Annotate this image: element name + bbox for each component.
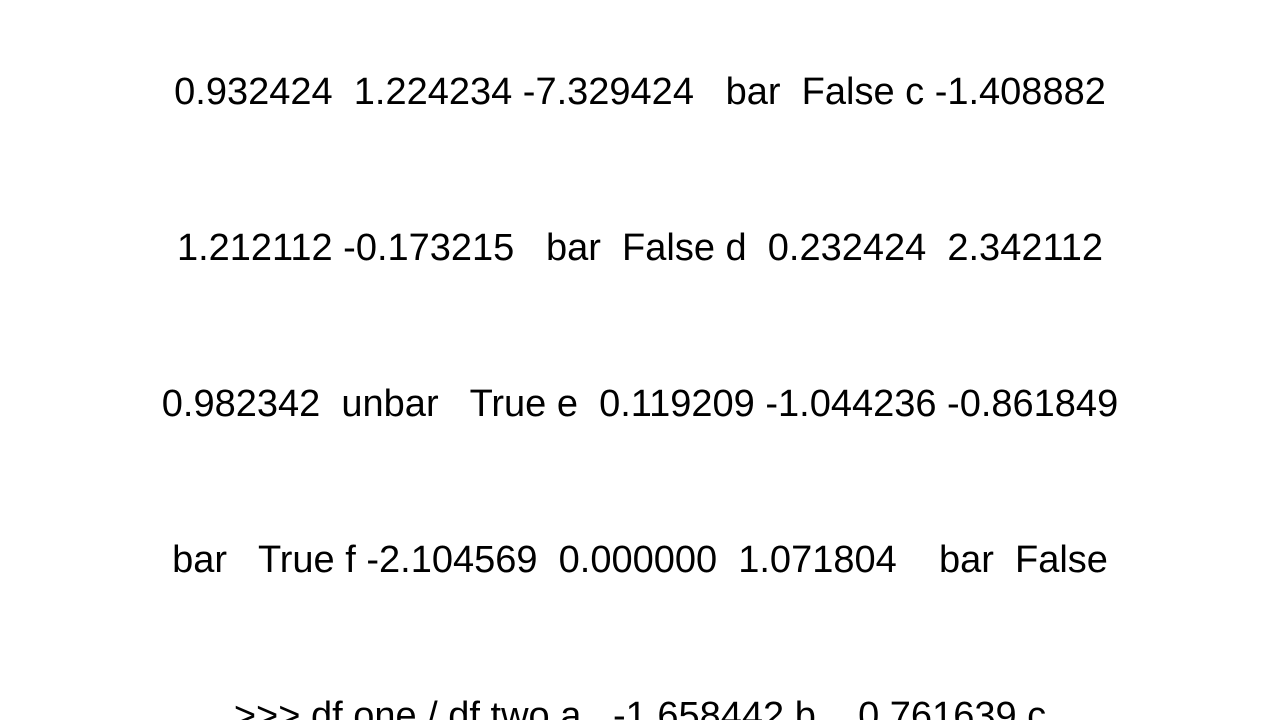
plain-text-block: 0.932424 1.224234 -7.329424 bar False c … bbox=[0, 0, 1280, 720]
text-line: >>> df.one / df.two a -1.658442 b 0.7616… bbox=[233, 695, 1047, 720]
text-line: 0.932424 1.224234 -7.329424 bar False c … bbox=[174, 71, 1106, 113]
text-line: 0.982342 unbar True e 0.119209 -1.044236… bbox=[161, 383, 1119, 425]
text-line: 1.212112 -0.173215 bar False d 0.232424 … bbox=[176, 227, 1104, 269]
text-line: bar True f -2.104569 0.000000 1.071804 b… bbox=[172, 539, 1108, 581]
text-viewport: 0.932424 1.224234 -7.329424 bar False c … bbox=[0, 0, 1280, 720]
